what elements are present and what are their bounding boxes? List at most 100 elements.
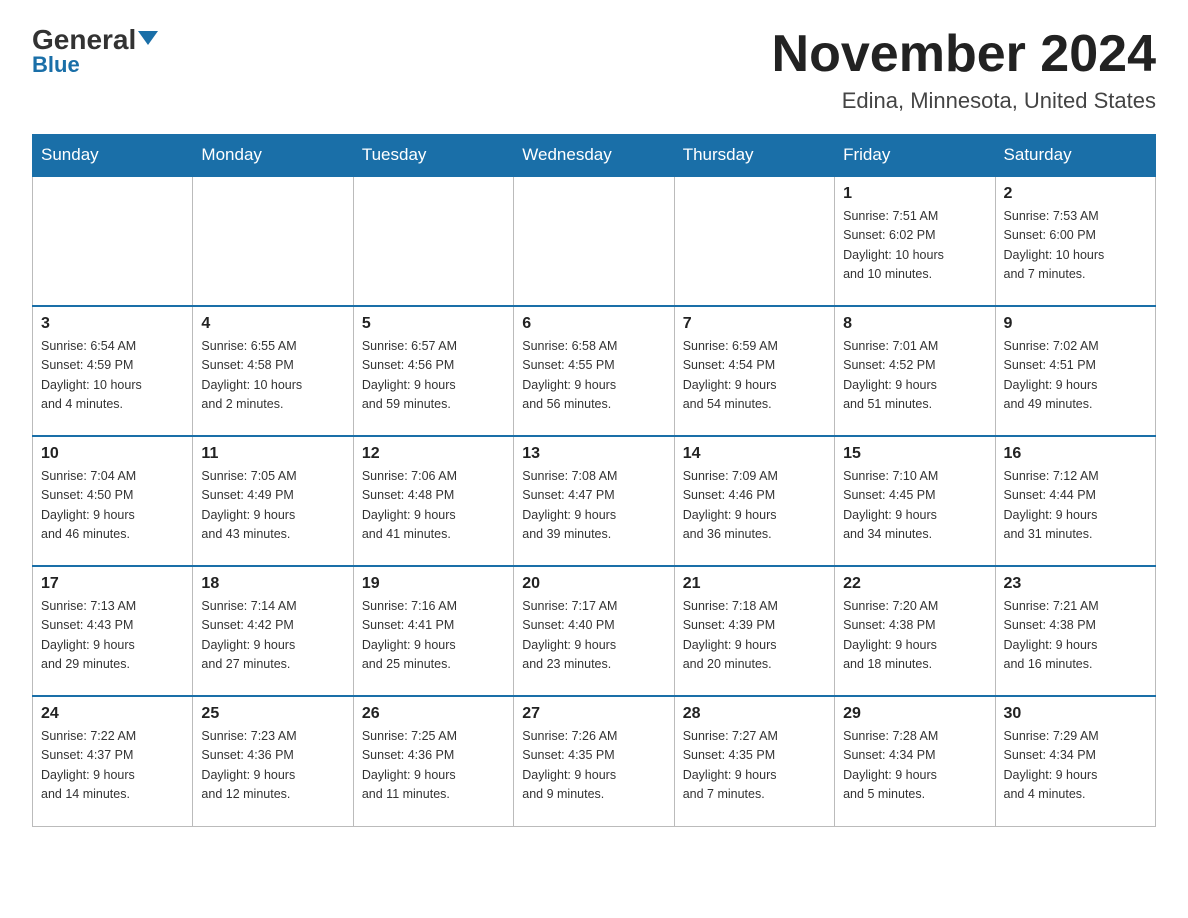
- calendar-cell: 16Sunrise: 7:12 AM Sunset: 4:44 PM Dayli…: [995, 436, 1155, 566]
- day-info: Sunrise: 6:54 AM Sunset: 4:59 PM Dayligh…: [41, 337, 184, 415]
- calendar-cell: 27 Sunrise: 7:26 AM Sunset: 4:35 PM Dayli…: [514, 696, 674, 826]
- calendar-cell: 22 Sunrise: 7:20 AM Sunset: 4:38 PM Dayli…: [835, 566, 995, 696]
- calendar-cell: 19 Sunrise: 7:16 AM Sunset: 4:41 PM Dayli…: [353, 566, 513, 696]
- calendar-cell: 3 Sunrise: 6:54 AM Sunset: 4:59 PM Daylig…: [33, 306, 193, 436]
- calendar-cell: [674, 176, 834, 306]
- day-info: Sunrise: 7:26 AM Sunset: 4:35 PM Dayligh…: [522, 727, 665, 805]
- calendar-cell: 28Sunrise: 7:27 AM Sunset: 4:35 PM Dayli…: [674, 696, 834, 826]
- day-number: 27: [522, 705, 665, 723]
- day-info: Sunrise: 6:57 AM Sunset: 4:56 PM Dayligh…: [362, 337, 505, 415]
- day-number: 14: [683, 445, 826, 463]
- calendar-cell: 17Sunrise: 7:13 AM Sunset: 4:43 PM Dayli…: [33, 566, 193, 696]
- calendar-week-row: 10 Sunrise: 7:04 AM Sunset: 4:50 PM Dayli…: [33, 436, 1156, 566]
- calendar-cell: 21 Sunrise: 7:18 AM Sunset: 4:39 PM Dayli…: [674, 566, 834, 696]
- day-number: 16: [1004, 445, 1147, 463]
- calendar-table: SundayMondayTuesdayWednesdayThursdayFrid…: [32, 134, 1156, 827]
- day-info: Sunrise: 7:22 AM Sunset: 4:37 PM Dayligh…: [41, 727, 184, 805]
- calendar-cell: 9Sunrise: 7:02 AM Sunset: 4:51 PM Daylig…: [995, 306, 1155, 436]
- day-number: 9: [1004, 315, 1147, 333]
- day-number: 25: [201, 705, 344, 723]
- day-info: Sunrise: 7:01 AM Sunset: 4:52 PM Dayligh…: [843, 337, 986, 415]
- day-number: 3: [41, 315, 184, 333]
- calendar-cell: 11Sunrise: 7:05 AM Sunset: 4:49 PM Dayli…: [193, 436, 353, 566]
- day-info: Sunrise: 7:20 AM Sunset: 4:38 PM Dayligh…: [843, 597, 986, 675]
- day-number: 4: [201, 315, 344, 333]
- logo-blue: Blue: [32, 52, 80, 78]
- calendar-header-row: SundayMondayTuesdayWednesdayThursdayFrid…: [33, 135, 1156, 177]
- calendar-cell: [33, 176, 193, 306]
- day-info: Sunrise: 7:51 AM Sunset: 6:02 PM Dayligh…: [843, 207, 986, 285]
- day-number: 28: [683, 705, 826, 723]
- calendar-day-header: Monday: [193, 135, 353, 177]
- logo: General Blue: [32, 24, 158, 78]
- day-info: Sunrise: 7:14 AM Sunset: 4:42 PM Dayligh…: [201, 597, 344, 675]
- calendar-cell: [193, 176, 353, 306]
- day-number: 26: [362, 705, 505, 723]
- calendar-cell: 12Sunrise: 7:06 AM Sunset: 4:48 PM Dayli…: [353, 436, 513, 566]
- day-info: Sunrise: 7:25 AM Sunset: 4:36 PM Dayligh…: [362, 727, 505, 805]
- day-info: Sunrise: 7:18 AM Sunset: 4:39 PM Dayligh…: [683, 597, 826, 675]
- calendar-cell: [514, 176, 674, 306]
- calendar-cell: 15Sunrise: 7:10 AM Sunset: 4:45 PM Dayli…: [835, 436, 995, 566]
- calendar-cell: 2 Sunrise: 7:53 AM Sunset: 6:00 PM Daylig…: [995, 176, 1155, 306]
- day-info: Sunrise: 7:08 AM Sunset: 4:47 PM Dayligh…: [522, 467, 665, 545]
- day-info: Sunrise: 6:58 AM Sunset: 4:55 PM Dayligh…: [522, 337, 665, 415]
- day-number: 8: [843, 315, 986, 333]
- day-info: Sunrise: 7:53 AM Sunset: 6:00 PM Dayligh…: [1004, 207, 1147, 285]
- day-info: Sunrise: 7:09 AM Sunset: 4:46 PM Dayligh…: [683, 467, 826, 545]
- day-number: 22: [843, 575, 986, 593]
- day-number: 18: [201, 575, 344, 593]
- day-info: Sunrise: 7:16 AM Sunset: 4:41 PM Dayligh…: [362, 597, 505, 675]
- calendar-cell: 20 Sunrise: 7:17 AM Sunset: 4:40 PM Dayli…: [514, 566, 674, 696]
- day-info: Sunrise: 7:04 AM Sunset: 4:50 PM Dayligh…: [41, 467, 184, 545]
- day-info: Sunrise: 6:55 AM Sunset: 4:58 PM Dayligh…: [201, 337, 344, 415]
- day-number: 20: [522, 575, 665, 593]
- calendar-day-header: Saturday: [995, 135, 1155, 177]
- calendar-cell: 1 Sunrise: 7:51 AM Sunset: 6:02 PM Daylig…: [835, 176, 995, 306]
- day-number: 29: [843, 705, 986, 723]
- calendar-cell: 24 Sunrise: 7:22 AM Sunset: 4:37 PM Dayli…: [33, 696, 193, 826]
- calendar-week-row: 17Sunrise: 7:13 AM Sunset: 4:43 PM Dayli…: [33, 566, 1156, 696]
- location-title: Edina, Minnesota, United States: [772, 88, 1156, 114]
- day-number: 10: [41, 445, 184, 463]
- calendar-day-header: Thursday: [674, 135, 834, 177]
- day-number: 11: [201, 445, 344, 463]
- day-info: Sunrise: 7:21 AM Sunset: 4:38 PM Dayligh…: [1004, 597, 1147, 675]
- calendar-cell: 29 Sunrise: 7:28 AM Sunset: 4:34 PM Dayli…: [835, 696, 995, 826]
- calendar-day-header: Sunday: [33, 135, 193, 177]
- day-number: 7: [683, 315, 826, 333]
- calendar-cell: 10 Sunrise: 7:04 AM Sunset: 4:50 PM Dayli…: [33, 436, 193, 566]
- day-number: 1: [843, 185, 986, 203]
- calendar-week-row: 24 Sunrise: 7:22 AM Sunset: 4:37 PM Dayli…: [33, 696, 1156, 826]
- day-number: 30: [1004, 705, 1147, 723]
- page-header: General Blue November 2024 Edina, Minnes…: [32, 24, 1156, 114]
- calendar-cell: 6 Sunrise: 6:58 AM Sunset: 4:55 PM Daylig…: [514, 306, 674, 436]
- day-info: Sunrise: 7:06 AM Sunset: 4:48 PM Dayligh…: [362, 467, 505, 545]
- month-title: November 2024: [772, 24, 1156, 84]
- calendar-cell: 7 Sunrise: 6:59 AM Sunset: 4:54 PM Daylig…: [674, 306, 834, 436]
- day-info: Sunrise: 6:59 AM Sunset: 4:54 PM Dayligh…: [683, 337, 826, 415]
- calendar-week-row: 3 Sunrise: 6:54 AM Sunset: 4:59 PM Daylig…: [33, 306, 1156, 436]
- calendar-cell: 8 Sunrise: 7:01 AM Sunset: 4:52 PM Daylig…: [835, 306, 995, 436]
- day-number: 6: [522, 315, 665, 333]
- day-number: 2: [1004, 185, 1147, 203]
- calendar-cell: 14 Sunrise: 7:09 AM Sunset: 4:46 PM Dayli…: [674, 436, 834, 566]
- day-info: Sunrise: 7:13 AM Sunset: 4:43 PM Dayligh…: [41, 597, 184, 675]
- calendar-cell: 5Sunrise: 6:57 AM Sunset: 4:56 PM Daylig…: [353, 306, 513, 436]
- day-info: Sunrise: 7:23 AM Sunset: 4:36 PM Dayligh…: [201, 727, 344, 805]
- calendar-cell: [353, 176, 513, 306]
- day-number: 24: [41, 705, 184, 723]
- day-info: Sunrise: 7:28 AM Sunset: 4:34 PM Dayligh…: [843, 727, 986, 805]
- calendar-day-header: Tuesday: [353, 135, 513, 177]
- calendar-day-header: Friday: [835, 135, 995, 177]
- day-number: 21: [683, 575, 826, 593]
- calendar-cell: 18 Sunrise: 7:14 AM Sunset: 4:42 PM Dayli…: [193, 566, 353, 696]
- day-info: Sunrise: 7:29 AM Sunset: 4:34 PM Dayligh…: [1004, 727, 1147, 805]
- day-info: Sunrise: 7:17 AM Sunset: 4:40 PM Dayligh…: [522, 597, 665, 675]
- logo-triangle-icon: [138, 31, 158, 45]
- calendar-cell: 23Sunrise: 7:21 AM Sunset: 4:38 PM Dayli…: [995, 566, 1155, 696]
- calendar-cell: 30 Sunrise: 7:29 AM Sunset: 4:34 PM Dayli…: [995, 696, 1155, 826]
- title-block: November 2024 Edina, Minnesota, United S…: [772, 24, 1156, 114]
- day-number: 19: [362, 575, 505, 593]
- day-info: Sunrise: 7:10 AM Sunset: 4:45 PM Dayligh…: [843, 467, 986, 545]
